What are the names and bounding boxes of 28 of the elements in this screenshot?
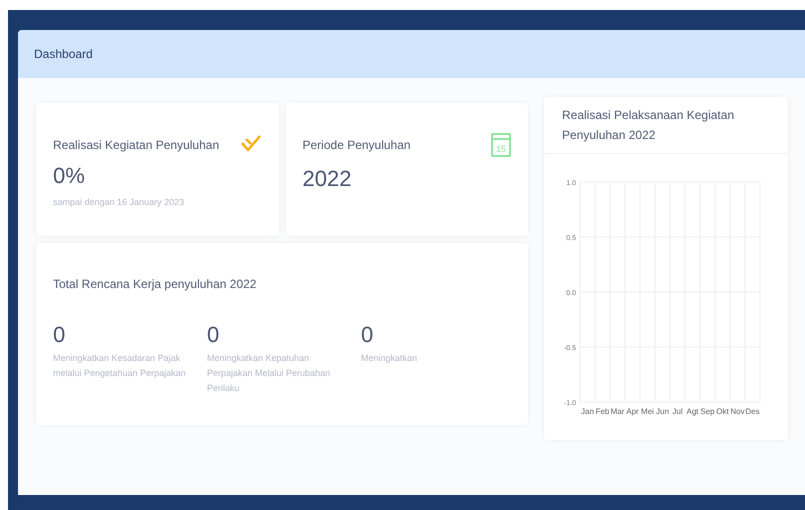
card-value: 0% [53,162,86,190]
card-label: Periode Penyuluhan [302,137,411,154]
header-title: Dashboard [34,46,93,63]
x-axis-label: Feb [596,407,610,416]
x-axis-label: Mei [641,407,654,416]
x-axis-label: Okt [716,407,729,416]
calendar-icon: 15 [491,133,511,157]
plan-value: 0 [361,321,374,348]
plan-label: Meningkatkan Kepatuhan Perpajakan Melalui Perubahan Perilaku [207,352,332,394]
card-label: Realisasi Kegiatan Penyuluhan [53,137,220,154]
x-axis-label: Jan [581,407,594,416]
plan-title: Total Rencana Kerja penyuluhan 2022 [53,276,258,293]
x-axis-label: Nov [730,407,745,416]
card-value: 2022 [302,165,352,192]
x-axis-label: Mar [610,407,624,416]
checkmark-icon [240,133,262,153]
plan-value: 0 [207,321,220,348]
x-axis-label: Des [745,407,760,416]
x-axis-label: Agt [686,407,698,416]
x-axis-label: Apr [626,407,639,416]
plan-label: Meningkatkan Kesadaran Pajak melalui Pengetahuan Perpajakan [53,352,187,380]
card-note: sampai dengan 16 January 2023 [53,196,186,209]
x-axis-label: Sep [700,407,715,416]
chart-title: Realisasi Pelaksanaan Kegiatan Penyuluhan 2022 [562,107,736,144]
x-axis-label: Jul [672,407,683,416]
x-axis-label: Jun [656,407,669,416]
plan-value: 0 [53,321,66,348]
plan-label: Meningkatkan [361,352,418,365]
